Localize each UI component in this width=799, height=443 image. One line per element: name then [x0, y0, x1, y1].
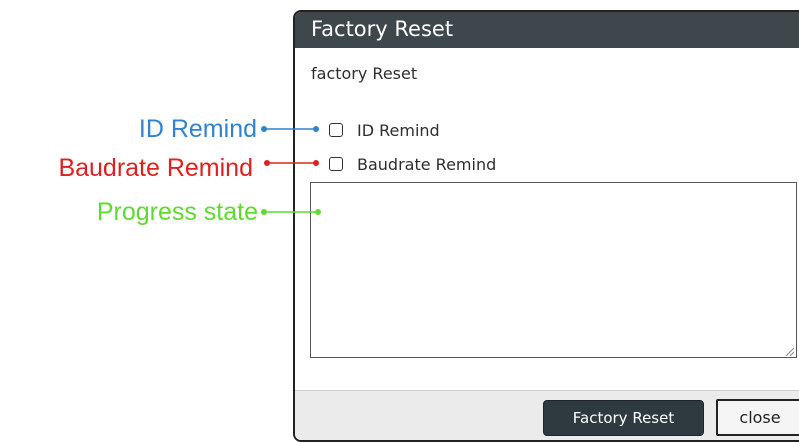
- baudrate-remind-connector: [264, 160, 319, 166]
- annotation-connectors: [261, 126, 321, 215]
- id-remind-connector: [261, 126, 319, 132]
- progress-state-connector: [261, 209, 321, 215]
